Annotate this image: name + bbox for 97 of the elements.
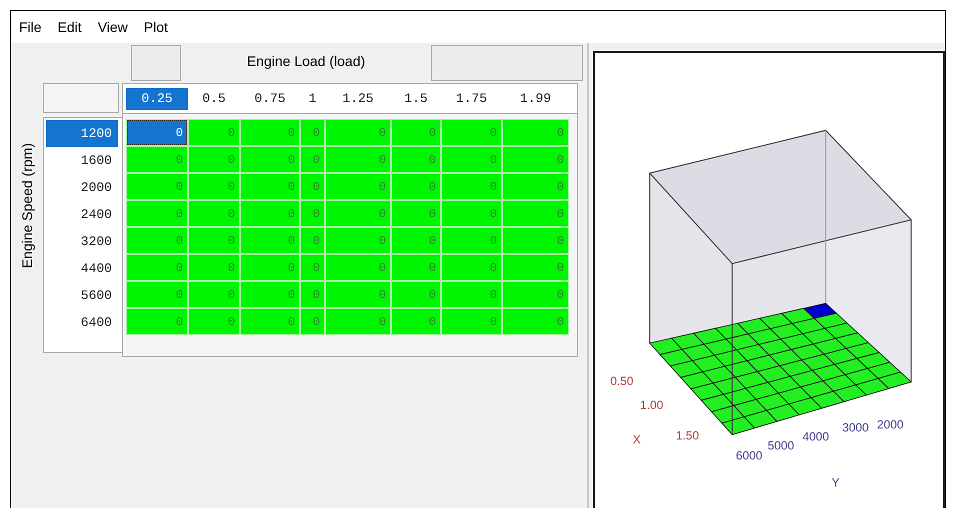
table-cell[interactable]: 0 <box>502 146 569 173</box>
header-box <box>131 45 181 81</box>
table-cell[interactable]: 0 <box>240 254 300 281</box>
table-cell[interactable]: 0 <box>502 281 569 308</box>
column-header[interactable]: 0.75 <box>240 88 300 110</box>
table-cell[interactable]: 0 <box>300 173 325 200</box>
x-tick-label: 1.00 <box>640 398 664 412</box>
table-cell[interactable]: 0 <box>391 119 441 146</box>
row-header[interactable]: 3200 <box>46 228 118 255</box>
table-cell[interactable]: 0 <box>502 254 569 281</box>
table-cell[interactable]: 0 <box>126 281 188 308</box>
y-tick-label: 3000 <box>842 420 869 435</box>
table-cell[interactable]: 0 <box>325 119 391 146</box>
column-header[interactable]: 1.5 <box>391 88 441 110</box>
row-header[interactable]: 6400 <box>46 309 118 336</box>
column-header[interactable]: 1.25 <box>325 88 391 110</box>
table-cell[interactable]: 0 <box>325 281 391 308</box>
table-cell[interactable]: 0 <box>502 200 569 227</box>
table-cell[interactable]: 0 <box>441 308 502 335</box>
table-cell[interactable]: 0 <box>240 200 300 227</box>
table-cell[interactable]: 0 <box>126 227 188 254</box>
table-cell[interactable]: 0 <box>325 227 391 254</box>
column-header[interactable]: 1.99 <box>502 88 569 110</box>
table-cell[interactable]: 0 <box>502 227 569 254</box>
y-tick-label: 2000 <box>877 418 904 432</box>
menu-item[interactable]: View <box>98 16 128 38</box>
y-axis-label: Y <box>832 475 840 490</box>
column-header[interactable]: 1.75 <box>441 88 502 110</box>
menu-item[interactable]: Edit <box>58 16 82 38</box>
y-axis-title: Engine Speed (rpm) <box>18 143 36 268</box>
table-cell[interactable]: 0 <box>188 281 240 308</box>
row-header[interactable]: 1200 <box>46 120 118 147</box>
menu-item[interactable]: Plot <box>144 16 168 38</box>
table-cell[interactable]: 0 <box>391 281 441 308</box>
table-cell[interactable]: 0 <box>325 254 391 281</box>
table-cell[interactable]: 0 <box>188 200 240 227</box>
table-cell[interactable]: 0 <box>325 146 391 173</box>
y-tick-label: 5000 <box>768 438 794 453</box>
x-axis-label: X <box>632 432 641 447</box>
table-cell[interactable]: 0 <box>391 254 441 281</box>
table-cell[interactable]: 0 <box>240 146 300 173</box>
table-cell[interactable]: 0 <box>126 308 188 335</box>
x-axis-title: Engine Load (load) <box>246 52 366 71</box>
row-header[interactable]: 5600 <box>46 282 118 309</box>
table-cell[interactable]: 0 <box>126 200 188 227</box>
column-header[interactable]: 1 <box>300 88 325 110</box>
row-header[interactable]: 2000 <box>46 174 118 201</box>
table-cell[interactable]: 0 <box>188 146 240 173</box>
table-cell[interactable]: 0 <box>240 173 300 200</box>
table-cell[interactable]: 0 <box>391 227 441 254</box>
table-cell[interactable]: 0 <box>126 146 188 173</box>
table-cell[interactable]: 0 <box>325 308 391 335</box>
table-cell[interactable]: 0 <box>325 200 391 227</box>
table-cell[interactable]: 0 <box>441 200 502 227</box>
table-cell[interactable]: 0 <box>441 119 502 146</box>
table-cell[interactable]: 0 <box>300 119 325 146</box>
table-cell[interactable]: 0 <box>126 173 188 200</box>
table-cell[interactable]: 0 <box>391 173 441 200</box>
table-cell[interactable]: 0 <box>126 119 188 146</box>
table-cell[interactable]: 0 <box>325 173 391 200</box>
table-cell[interactable]: 0 <box>240 308 300 335</box>
table-cell[interactable]: 0 <box>300 254 325 281</box>
table-cell[interactable]: 0 <box>188 119 240 146</box>
table-cell[interactable]: 0 <box>441 281 502 308</box>
table-cell[interactable]: 0 <box>502 308 569 335</box>
y-tick-label: 4000 <box>802 430 829 444</box>
table-cell[interactable]: 0 <box>391 200 441 227</box>
x-tick-label: 0.50 <box>610 374 634 388</box>
table-cell[interactable]: 0 <box>240 119 300 146</box>
table-cell[interactable]: 0 <box>188 173 240 200</box>
table-cell[interactable]: 0 <box>300 146 325 173</box>
table-cell[interactable]: 0 <box>188 227 240 254</box>
table-cell[interactable]: 0 <box>441 254 502 281</box>
table-cell[interactable]: 0 <box>188 308 240 335</box>
x-tick-label: 1.50 <box>676 428 700 443</box>
table-cell[interactable]: 0 <box>300 308 325 335</box>
table-cell[interactable]: 0 <box>300 227 325 254</box>
table-cell[interactable]: 0 <box>441 227 502 254</box>
row-header[interactable]: 2400 <box>46 201 118 228</box>
table-cell[interactable]: 0 <box>502 119 569 146</box>
table-cell[interactable]: 0 <box>126 254 188 281</box>
table-cell[interactable]: 0 <box>240 281 300 308</box>
column-header[interactable]: 0.25 <box>126 88 188 110</box>
table-cell[interactable]: 0 <box>188 254 240 281</box>
row-header[interactable]: 4400 <box>46 255 118 282</box>
table-cell[interactable]: 0 <box>240 227 300 254</box>
table-cell[interactable]: 0 <box>300 281 325 308</box>
table-cell[interactable]: 0 <box>391 308 441 335</box>
table-cell[interactable]: 0 <box>300 200 325 227</box>
table-cell[interactable]: 0 <box>441 146 502 173</box>
menu-item[interactable]: File <box>19 16 42 38</box>
table-cell[interactable]: 0 <box>441 173 502 200</box>
row-header[interactable]: 1600 <box>46 147 118 174</box>
table-cell[interactable]: 0 <box>391 146 441 173</box>
y-tick-label: 6000 <box>736 448 762 462</box>
table-cell[interactable]: 0 <box>502 173 569 200</box>
column-header[interactable]: 0.5 <box>188 88 240 110</box>
